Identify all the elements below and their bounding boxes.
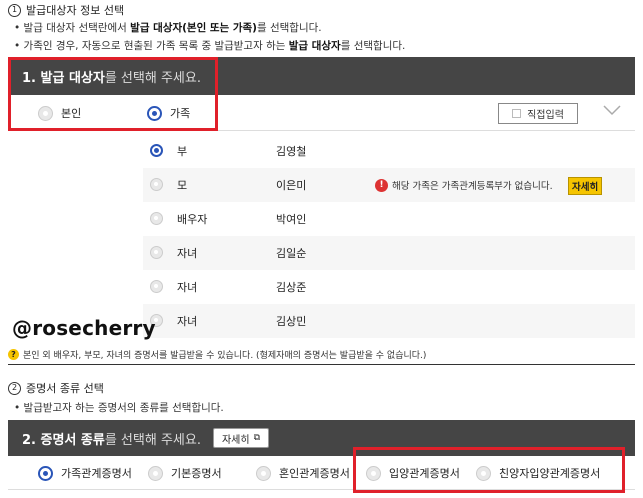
radio-label: 입양관계증명서	[389, 467, 460, 480]
radio-family-indicator[interactable]	[147, 105, 162, 121]
family-row[interactable]: 자녀 김상준	[143, 270, 635, 304]
warning-icon: !	[375, 178, 388, 192]
bar-title-bold: 1. 발급 대상자	[22, 70, 105, 86]
family-row[interactable]: 자녀 김상민	[143, 304, 635, 338]
direct-input-label: 직접입력	[527, 110, 564, 121]
step2-heading: 2 증명서 종류 선택	[8, 380, 104, 396]
cert-radio-row: 가족관계증명서 기본증명서 혼인관계증명서 입양관계증명서 친양자입양관계증명서	[8, 456, 635, 490]
family-relation: 배우자	[177, 213, 208, 226]
family-relation: 부	[177, 145, 188, 158]
step1-title: 발급대상자 정보 선택	[26, 4, 125, 17]
cert-select-header: 2. 증명서 종류 를 선택해 주세요. 자세히 ⧉	[8, 420, 635, 456]
step1-bullet-1: • 발급 대상자 선택란에서 발급 대상자(본인 또는 가족)를 선택합니다.	[14, 20, 322, 35]
family-row[interactable]: 부 김영철	[143, 134, 635, 168]
family-name: 김영철	[276, 145, 307, 158]
family-name: 박여인	[276, 213, 307, 226]
radio-cert-marriage[interactable]: 혼인관계증명서	[256, 465, 350, 481]
step1-number: 1	[8, 3, 21, 17]
radio-label: 가족관계증명서	[61, 467, 132, 480]
radio-cert-full-adoption[interactable]: 친양자입양관계증명서	[476, 465, 600, 481]
radio-cert-family-relation[interactable]: 가족관계증명서	[38, 465, 132, 481]
radio-label: 기본증명서	[171, 467, 222, 480]
step1-bullet-2: • 가족인 경우, 자동으로 현출된 가족 목록 중 발급받고자 하는 발급 대…	[14, 38, 405, 53]
family-name: 김상준	[276, 281, 307, 294]
family-relation: 자녀	[177, 315, 198, 328]
radio-indicator[interactable]	[476, 465, 491, 481]
family-note: ? 본인 외 배우자, 부모, 자녀의 증명서를 발급받을 수 있습니다. (형…	[8, 345, 635, 365]
step2-title: 증명서 종류 선택	[26, 382, 104, 395]
family-row[interactable]: 자녀 김일순	[143, 236, 635, 270]
radio-family[interactable]: 가족	[147, 105, 190, 121]
family-warning: ! 해당 가족은 가족관계등록부가 없습니다.	[375, 178, 553, 192]
radio-indicator[interactable]	[366, 465, 381, 481]
family-relation: 자녀	[177, 247, 198, 260]
detail-link[interactable]: 자세히	[568, 177, 603, 195]
radio-family-label: 가족	[170, 107, 191, 120]
family-radio[interactable]	[150, 280, 163, 293]
step1-heading: 1 발급대상자 정보 선택	[8, 2, 124, 18]
cert-detail-button[interactable]: 자세히 ⧉	[212, 428, 270, 448]
family-name: 김상민	[276, 315, 307, 328]
bullet-text: 를 선택합니다.	[340, 40, 406, 52]
step2-number: 2	[8, 381, 21, 395]
bullet-text: • 발급 대상자 선택란에서	[14, 22, 131, 34]
bullet-bold: 발급 대상자	[288, 40, 341, 52]
family-name: 김일순	[276, 247, 307, 260]
family-list: 부 김영철 모 이은미 ! 해당 가족은 가족관계등록부가 없습니다. 자세히 …	[8, 131, 635, 341]
external-link-icon: ⧉	[253, 433, 261, 443]
radio-label: 혼인관계증명서	[279, 467, 350, 480]
family-radio[interactable]	[150, 212, 163, 225]
direct-input-button[interactable]: 직접입력	[498, 103, 578, 124]
radio-indicator[interactable]	[38, 465, 53, 481]
radio-indicator[interactable]	[256, 465, 271, 481]
family-row[interactable]: 모 이은미 ! 해당 가족은 가족관계등록부가 없습니다. 자세히	[143, 168, 635, 202]
bar-title-bold: 2. 증명서 종류	[22, 432, 105, 448]
family-relation: 자녀	[177, 281, 198, 294]
chevron-down-icon[interactable]	[602, 103, 622, 117]
family-radio[interactable]	[150, 246, 163, 259]
bar-title-light: 를 선택해 주세요.	[104, 70, 201, 86]
radio-self-indicator[interactable]	[38, 105, 53, 121]
family-relation: 모	[177, 179, 188, 192]
step2-bullet-1: • 발급받고자 하는 증명서의 종류를 선택합니다.	[14, 402, 224, 414]
watermark-text: @rosecherry	[12, 316, 156, 340]
radio-cert-adoption[interactable]: 입양관계증명서	[366, 465, 460, 481]
cert-detail-label: 자세히	[221, 434, 250, 446]
target-radio-row: 본인 가족 직접입력	[8, 95, 635, 131]
checkbox-icon	[512, 109, 522, 118]
family-radio[interactable]	[150, 144, 163, 157]
bar-title-light: 를 선택해 주세요.	[104, 432, 201, 448]
question-icon: ?	[8, 349, 19, 360]
warning-text: 해당 가족은 가족관계등록부가 없습니다.	[392, 181, 553, 192]
radio-self-label: 본인	[61, 107, 82, 120]
radio-cert-basic[interactable]: 기본증명서	[148, 465, 222, 481]
bullet-text: • 가족인 경우, 자동으로 현출된 가족 목록 중 발급받고자 하는	[14, 40, 289, 52]
bullet-bold: 발급 대상자(본인 또는 가족)	[130, 22, 257, 34]
radio-self[interactable]: 본인	[38, 105, 81, 121]
bullet-text: 를 선택합니다.	[256, 22, 322, 34]
family-name: 이은미	[276, 179, 307, 192]
radio-indicator[interactable]	[148, 465, 163, 481]
radio-label: 친양자입양관계증명서	[499, 467, 601, 480]
target-select-header: 1. 발급 대상자 를 선택해 주세요.	[8, 57, 635, 95]
family-row[interactable]: 배우자 박여인	[143, 202, 635, 236]
note-text: 본인 외 배우자, 부모, 자녀의 증명서를 발급받을 수 있습니다. (형제자…	[23, 351, 427, 361]
family-radio[interactable]	[150, 178, 163, 191]
